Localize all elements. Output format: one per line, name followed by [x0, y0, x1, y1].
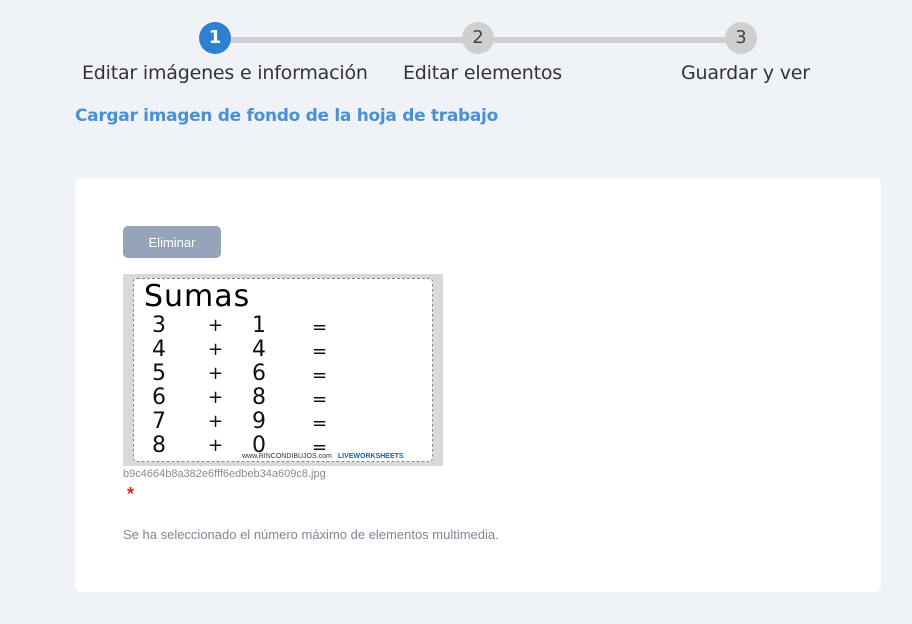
upload-card: Eliminar Sumas 3 + 1 = 4 + 4 = 5 + 6 = 6… — [75, 178, 881, 592]
sum-row: 3 + 1 = — [152, 313, 352, 338]
background-image-preview: Sumas 3 + 1 = 4 + 4 = 5 + 6 = 6 + 8 = 7 … — [123, 274, 443, 466]
sum-operand-b: 8 — [252, 385, 266, 410]
stepper-track-2 — [478, 37, 741, 43]
sum-operand-b: 9 — [252, 409, 266, 434]
sum-row: 5 + 6 = — [152, 361, 352, 386]
worksheet-image: Sumas 3 + 1 = 4 + 4 = 5 + 6 = 6 + 8 = 7 … — [133, 278, 433, 462]
sum-operand-a: 6 — [152, 385, 166, 410]
image-filename: b9c4664b8a382e6fff6edbeb34a609c8.jpg — [123, 468, 326, 480]
sum-row: 4 + 4 = — [152, 337, 352, 362]
step-1-indicator[interactable]: 1 — [199, 22, 231, 54]
worksheet-footer-site: www.RINCONDIBUJOS.com — [242, 453, 332, 460]
step-3-indicator[interactable]: 3 — [725, 22, 757, 54]
sum-row: 7 + 9 = — [152, 409, 352, 434]
sum-operand-a: 3 — [152, 313, 166, 338]
plus-sign: + — [208, 387, 224, 408]
sum-operand-b: 6 — [252, 361, 266, 386]
liveworksheets-logo: LIVEWORKSHEETS — [337, 453, 404, 460]
sum-operand-b: 4 — [252, 337, 266, 362]
plus-sign: + — [208, 435, 224, 456]
delete-button[interactable]: Eliminar — [123, 226, 221, 258]
plus-sign: + — [208, 339, 224, 360]
max-media-notice: Se ha seleccionado el número máximo de e… — [123, 527, 499, 542]
sum-operand-b: 1 — [252, 313, 266, 338]
equals-sign: = — [312, 413, 328, 434]
step-1-label[interactable]: Editar imágenes e información — [82, 62, 368, 84]
plus-sign: + — [208, 411, 224, 432]
equals-sign: = — [312, 389, 328, 410]
stepper-track-1 — [215, 37, 478, 43]
sum-operand-a: 8 — [152, 433, 166, 458]
equals-sign: = — [312, 341, 328, 362]
section-title: Cargar imagen de fondo de la hoja de tra… — [75, 106, 498, 126]
progress-stepper: 1 2 3 Editar imágenes e información Edit… — [0, 0, 912, 100]
step-2-label[interactable]: Editar elementos — [403, 62, 562, 84]
plus-sign: + — [208, 315, 224, 336]
equals-sign: = — [312, 317, 328, 338]
plus-sign: + — [208, 363, 224, 384]
equals-sign: = — [312, 365, 328, 386]
required-asterisk: * — [127, 484, 135, 504]
sum-row: 6 + 8 = — [152, 385, 352, 410]
step-2-indicator[interactable]: 2 — [462, 22, 494, 54]
sum-operand-a: 5 — [152, 361, 166, 386]
worksheet-title: Sumas — [144, 279, 251, 314]
worksheet-footer: www.RINCONDIBUJOS.com LIVEWORKSHEETS — [242, 453, 432, 461]
step-3-label[interactable]: Guardar y ver — [681, 62, 810, 84]
sum-operand-a: 7 — [152, 409, 166, 434]
sum-operand-a: 4 — [152, 337, 166, 362]
